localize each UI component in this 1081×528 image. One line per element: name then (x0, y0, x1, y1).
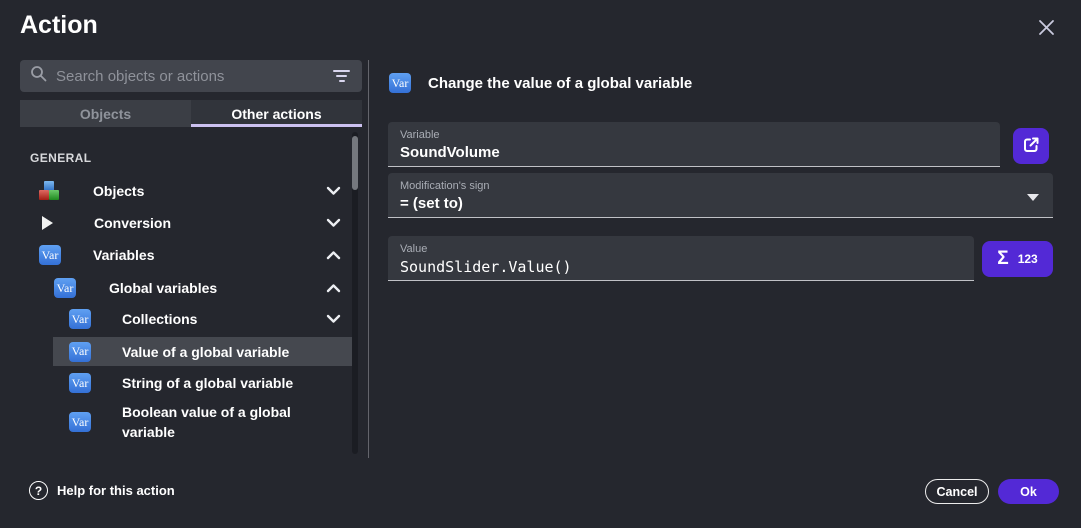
scrollbar-thumb[interactable] (352, 136, 358, 190)
value-expression-input[interactable] (400, 258, 962, 276)
tree-section-general: GENERAL (30, 151, 91, 165)
panel-divider (368, 60, 369, 458)
variable-field: Variable (388, 122, 1000, 167)
cancel-button[interactable]: Cancel (925, 479, 989, 504)
tree-item-label: Collections (122, 311, 197, 327)
action-dialog: Action Objects Other actions GENERAL Obj… (0, 0, 1081, 528)
chevron-up-icon[interactable] (326, 250, 341, 260)
ok-button[interactable]: Ok (998, 479, 1059, 504)
tree-item-label: Conversion (94, 215, 171, 231)
close-icon[interactable] (1032, 13, 1060, 41)
sigma-icon: Σ (997, 248, 1008, 270)
tree-item-conversion[interactable]: Conversion (0, 208, 353, 238)
tree-item-objects[interactable]: Objects (0, 176, 353, 206)
filter-icon[interactable] (331, 66, 352, 86)
help-link-label: Help for this action (57, 483, 175, 498)
open-variables-editor-button[interactable] (1013, 128, 1049, 164)
tree-item-value-of-global-variable[interactable]: Var Value of a global variable (53, 337, 353, 366)
detail-header: Var Change the value of a global variabl… (389, 72, 692, 94)
search-bar (20, 60, 362, 92)
chevron-down-icon[interactable] (326, 314, 341, 324)
modification-sign-label: Modification's sign (400, 180, 1041, 192)
dialog-title: Action (20, 11, 98, 40)
var-icon: Var (69, 309, 91, 329)
active-tab-underline (191, 124, 362, 127)
tab-other-actions-label: Other actions (231, 106, 321, 122)
tab-other-actions[interactable]: Other actions (191, 100, 362, 127)
tree-item-label: Value of a global variable (122, 344, 289, 360)
tree-item-variables[interactable]: Var Variables (0, 240, 353, 270)
tree-item-label: Boolean value of a global variable (122, 402, 298, 443)
var-icon: Var (54, 278, 76, 298)
variable-input[interactable] (400, 144, 988, 161)
variable-field-label: Variable (400, 129, 988, 141)
dropdown-caret-icon (1027, 194, 1039, 201)
var-icon: Var (39, 245, 61, 265)
tab-objects-label: Objects (80, 106, 131, 122)
chevron-up-icon[interactable] (326, 283, 341, 293)
tree-item-boolean-of-global-variable[interactable]: Var Boolean value of a global variable (0, 400, 353, 444)
chevron-down-icon[interactable] (326, 186, 341, 196)
tree-item-collections[interactable]: Var Collections (0, 304, 353, 334)
value-field-label: Value (400, 243, 962, 255)
help-icon: ? (29, 481, 48, 500)
detail-title: Change the value of a global variable (428, 75, 692, 92)
expression-builder-button[interactable]: Σ 123 (982, 241, 1053, 277)
modification-sign-value: = (set to) (400, 195, 1041, 212)
modification-sign-select[interactable]: Modification's sign = (set to) (388, 173, 1053, 218)
play-icon (42, 216, 53, 230)
tree-item-label: Global variables (109, 280, 217, 296)
tree-item-global-variables[interactable]: Var Global variables (0, 273, 353, 303)
tree-item-label: Variables (93, 247, 155, 263)
chevron-down-icon[interactable] (326, 218, 341, 228)
tab-bar: Objects Other actions (20, 100, 362, 127)
search-input[interactable] (56, 68, 331, 85)
var-icon: Var (389, 73, 411, 93)
sigma-button-digits: 123 (1018, 252, 1038, 266)
search-icon (30, 65, 47, 87)
tree-item-string-of-global-variable[interactable]: Var String of a global variable (0, 368, 353, 398)
cubes-icon (39, 181, 59, 201)
tree-item-label: Objects (93, 183, 144, 199)
tab-objects[interactable]: Objects (20, 100, 191, 127)
var-icon: Var (69, 342, 91, 362)
var-icon: Var (69, 373, 91, 393)
tree-item-label: String of a global variable (122, 375, 293, 391)
var-icon: Var (69, 412, 91, 432)
value-field: Value (388, 236, 974, 281)
external-link-icon (1021, 135, 1041, 158)
help-link[interactable]: ? Help for this action (29, 481, 175, 500)
